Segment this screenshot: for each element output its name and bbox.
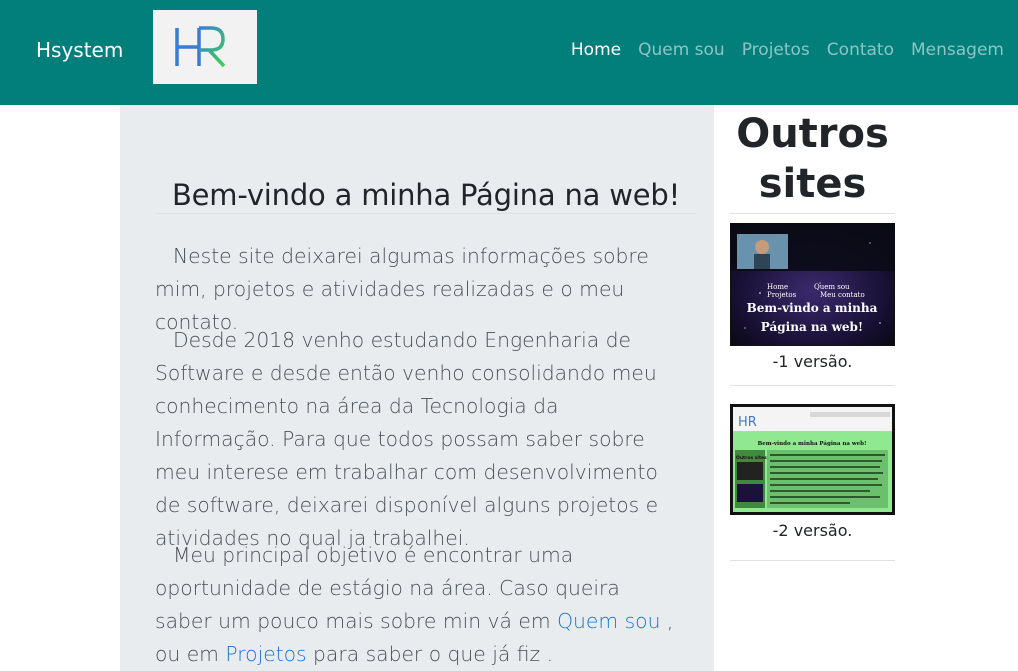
- thumb1-nav-contato: Meu contato: [820, 291, 865, 299]
- divider: [730, 385, 895, 386]
- nav-quem-sou[interactable]: Quem sou: [638, 40, 725, 60]
- main-nav: Home Quem sou Projetos Contato Mensagem: [554, 40, 1004, 60]
- site-v2-thumbnail[interactable]: HR Bem-vindo a minha Página na web! Outr…: [730, 404, 895, 515]
- site-v2-caption: -2 versão.: [772, 521, 853, 540]
- navbar: Hsystem Home Quem sou Projetos Contato M…: [0, 0, 1018, 105]
- divider: [730, 213, 895, 214]
- quem-sou-link[interactable]: Quem sou: [557, 609, 660, 633]
- thumb1-nav-projetos: Projetos: [767, 291, 797, 299]
- main-content: Bem-vindo a minha Página na web! Neste s…: [120, 105, 714, 671]
- thumb2-title: Bem-vindo a minha Página na web!: [758, 440, 867, 447]
- site-v1-caption: -1 versão.: [772, 352, 853, 371]
- brand-link[interactable]: Hsystem: [36, 38, 123, 62]
- objective-paragraph: Meu principal objetivo é encontrar uma o…: [155, 539, 680, 671]
- hr-logo[interactable]: [153, 10, 257, 84]
- objective-text-start: Meu principal objetivo é encontrar uma o…: [155, 543, 620, 633]
- thumb2-logo: HR: [738, 415, 757, 430]
- thumb1-title-line1: Bem-vindo a minha: [747, 301, 878, 315]
- projetos-link[interactable]: Projetos: [225, 642, 306, 666]
- background-paragraph: Desde 2018 venho estudando Engenharia de…: [155, 328, 659, 550]
- thumb2-side-title: Outros sites: [736, 455, 767, 461]
- thumb1-nav-home: Home: [767, 283, 788, 291]
- page-title: Bem-vindo a minha Página na web!: [155, 178, 697, 214]
- thumb1-nav-quem-sou: Quem sou: [814, 283, 850, 291]
- aside-title: Outros sites: [730, 109, 895, 209]
- aside-title-line1: Outros: [736, 111, 889, 157]
- divider: [730, 560, 895, 561]
- nav-contato[interactable]: Contato: [827, 40, 894, 60]
- aside-title-line2: sites: [758, 161, 867, 207]
- nav-mensagem[interactable]: Mensagem: [911, 40, 1004, 60]
- site-v1-thumbnail[interactable]: Home Quem sou Projetos Meu contato Bem-v…: [730, 223, 895, 346]
- hr-logo-icon: [175, 26, 226, 68]
- thumb1-title-line2: Página na web!: [761, 320, 863, 334]
- objective-text-end: para saber o que já fiz .: [306, 642, 554, 666]
- other-sites-aside: Outros sites Home Quem sou Projetos Meu …: [730, 105, 895, 561]
- nav-projetos[interactable]: Projetos: [742, 40, 810, 60]
- nav-home[interactable]: Home: [571, 40, 621, 60]
